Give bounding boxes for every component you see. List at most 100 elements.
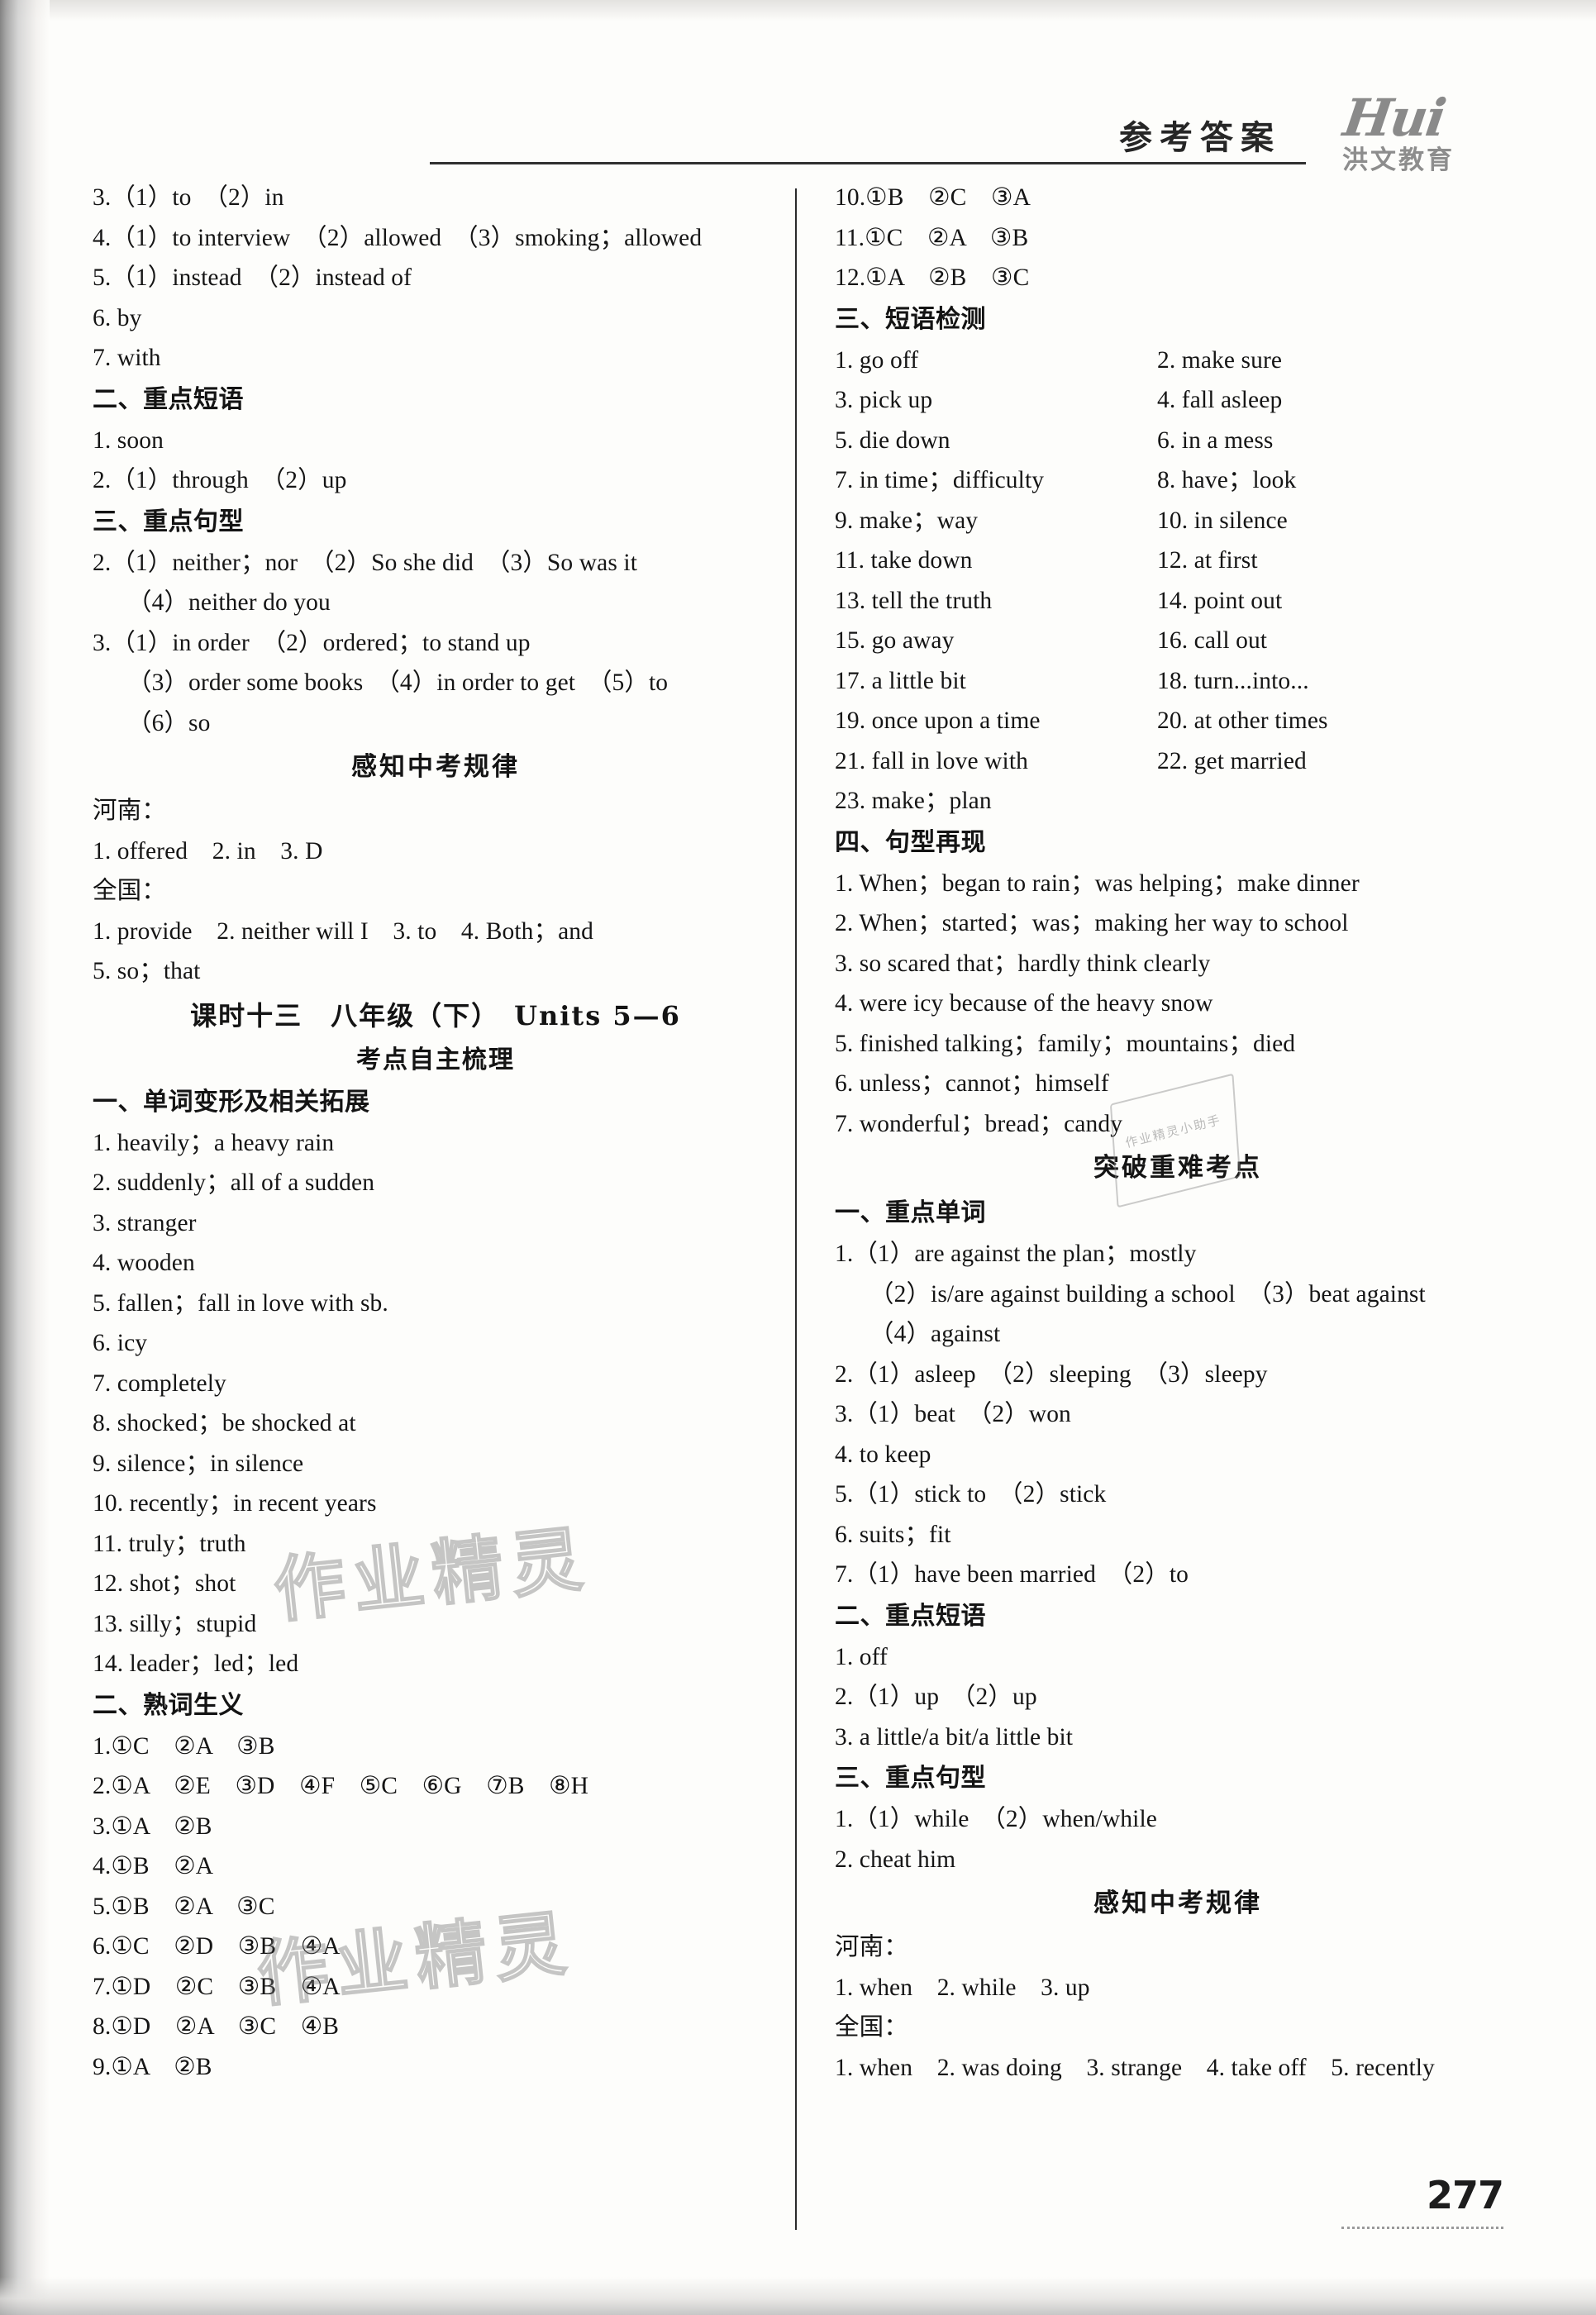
left-column: 3.（1）to （2）in 4.（1）to interview （2）allowe… — [93, 178, 779, 2087]
answer-line: 4.①B ②A — [93, 1853, 214, 1879]
answer-line: 5. fallen；fall in love with sb. — [93, 1289, 388, 1317]
answer-line-continued: （4）against — [869, 1321, 1001, 1347]
phrase-item: 11. take down — [835, 547, 973, 574]
answer-line: 12.①A ②B ③C — [835, 264, 1030, 291]
block-heading: 感知中考规律 — [351, 752, 520, 782]
answer-line: 10. recently；in recent years — [93, 1490, 377, 1517]
phrase-item: 10. in silence — [1157, 507, 1288, 534]
answer-line: 23. make；plan — [835, 788, 992, 814]
section-heading: 一、重点单词 — [835, 1198, 986, 1227]
phrase-item: 15. go away — [835, 627, 955, 654]
answer-line: 6. icy — [93, 1330, 148, 1356]
answer-line: 7.①D ②C ③B ④A — [93, 1973, 341, 2000]
phrase-row: 17. a little bit 18. turn...into... — [835, 661, 1521, 702]
answer-line: 6.①C ②D ③B ④A — [93, 1933, 341, 1960]
answer-line: 全国： — [835, 2014, 908, 2041]
scan-edge-bottom — [0, 2277, 1596, 2315]
answer-line: 2.（1）neither；nor （2）So she did （3）So was… — [93, 549, 638, 576]
phrase-item: 8. have；look — [1157, 467, 1297, 493]
answer-line: 12. shot；shot — [93, 1570, 236, 1597]
phrase-row: 21. fall in love with 22. get married — [835, 741, 1521, 782]
answer-line: 11. truly；truth — [93, 1530, 246, 1557]
answer-line: 1. provide 2. neither will I 3. to 4. Bo… — [93, 917, 593, 945]
answer-line: 10.①B ②C ③A — [835, 184, 1031, 211]
phrase-item: 7. in time；difficulty — [835, 467, 1045, 493]
answer-line: 9.①A ②B — [93, 2053, 212, 2080]
answer-line: 2. cheat him — [835, 1846, 956, 1873]
answer-line-continued: （2）is/are against building a school （3）b… — [869, 1280, 1426, 1308]
answer-line: 全国： — [93, 878, 166, 904]
phrase-row: 1. go off 2. make sure — [835, 341, 1521, 381]
scan-edge-left — [0, 0, 50, 2315]
block-heading: 感知中考规律 — [1093, 1889, 1262, 1918]
phrase-row: 13. tell the truth 14. point out — [835, 581, 1521, 622]
phrase-item: 18. turn...into... — [1157, 667, 1309, 694]
answer-line: 3. a little/a bit/a little bit — [835, 1723, 1074, 1751]
answer-line: 5. finished talking；family；mountains；die… — [835, 1030, 1296, 1057]
answer-line: 1. offered 2. in 3. D — [93, 837, 323, 865]
phrase-item: 19. once upon a time — [835, 707, 1041, 734]
answer-line: 5.①B ②A ③C — [93, 1893, 275, 1920]
phrase-row: 19. once upon a time 20. at other times — [835, 701, 1521, 741]
answer-line: 河南： — [93, 798, 166, 824]
answer-line: 2.（1）through （2）up — [93, 467, 347, 493]
answer-line: 13. silly；stupid — [93, 1610, 257, 1637]
answer-line: 4.（1）to interview （2）allowed （3）smoking；… — [93, 224, 703, 251]
answer-line: 5.（1）stick to （2）stick — [835, 1481, 1107, 1508]
answer-line: 5. so；that — [93, 958, 201, 984]
answer-line: 3. so scared that；hardly think clearly — [835, 950, 1211, 977]
header-divider-rule — [430, 162, 1306, 164]
answer-line: 6. suits；fit — [835, 1521, 951, 1548]
answer-line: 4. wooden — [93, 1250, 195, 1276]
phrase-row: 15. go away 16. call out — [835, 621, 1521, 661]
answer-line: 6. by — [93, 304, 142, 331]
answer-line: 2.（1）up （2）up — [835, 1684, 1037, 1710]
answer-line: 2. When；started；was；making her way to sc… — [835, 910, 1349, 936]
phrase-item: 14. point out — [1157, 587, 1283, 614]
answer-line: 2. suddenly；all of a sudden — [93, 1169, 375, 1196]
page-title: 参考答案 — [1119, 119, 1281, 157]
phrase-item: 22. get married — [1157, 747, 1307, 774]
answer-line: 2.①A ②E ③D ④F ⑤C ⑥G ⑦B ⑧H — [93, 1773, 589, 1799]
phrase-item: 4. fall asleep — [1157, 387, 1283, 413]
answer-line: 7. wonderful；bread；candy — [835, 1110, 1123, 1137]
phrase-item: 2. make sure — [1157, 346, 1283, 374]
page-number-rule — [1341, 2227, 1503, 2229]
answer-line: 1. soon — [93, 426, 164, 454]
answer-key-page: 参考答案 Hui 洪文教育 3.（1）to （2）in 4.（1）to inter… — [0, 0, 1596, 2315]
answer-line: 6. unless；cannot；himself — [835, 1070, 1109, 1097]
answer-line: 11.①C ②A ③B — [835, 224, 1029, 251]
answer-line: 9. silence；in silence — [93, 1450, 304, 1477]
answer-line: 14. leader；led；led — [93, 1651, 299, 1677]
scan-edge-top — [0, 0, 1596, 21]
answer-line: 1. heavily；a heavy rain — [93, 1129, 335, 1156]
phrase-item: 9. make；way — [835, 507, 979, 534]
phrase-row: 11. take down 12. at first — [835, 541, 1521, 581]
section-heading: 二、熟词生义 — [93, 1690, 244, 1720]
answer-line-continued: （4）neither do you — [127, 589, 331, 616]
phrase-row: 9. make；way 10. in silence — [835, 501, 1521, 541]
column-divider — [795, 188, 797, 2230]
answer-line: 1.（1）while （2）when/while — [835, 1806, 1157, 1832]
answer-line: 4. were icy because of the heavy snow — [835, 990, 1213, 1017]
phrase-row: 3. pick up 4. fall asleep — [835, 380, 1521, 421]
logo-subtitle-text: 洪文教育 — [1342, 145, 1455, 175]
answer-line: 7. with — [93, 345, 161, 371]
answer-line: 1. when 2. while 3. up — [835, 1974, 1090, 2001]
answer-line: 7.（1）have been married （2）to — [835, 1561, 1189, 1588]
phrase-row: 5. die down 6. in a mess — [835, 421, 1521, 461]
answer-line: 8. shocked；be shocked at — [93, 1410, 356, 1436]
phrase-item: 3. pick up — [835, 387, 933, 413]
phrase-item: 16. call out — [1157, 627, 1268, 654]
section-heading: 一、单词变形及相关拓展 — [93, 1087, 370, 1117]
block-subheading: 考点自主梳理 — [356, 1045, 515, 1074]
phrase-item: 13. tell the truth — [835, 587, 993, 614]
answer-line-continued: （6）so — [127, 709, 211, 736]
answer-line: 1. off — [835, 1643, 888, 1670]
right-column: 10.①B ②C ③A 11.①C ②A ③B 12.①A ②B ③C 三、短语检测 1… — [835, 178, 1521, 2088]
phrase-item: 5. die down — [835, 426, 950, 454]
answer-line: 1.①C ②A ③B — [93, 1732, 275, 1760]
answer-line: 2.（1）asleep （2）sleeping （3）sleepy — [835, 1360, 1268, 1388]
phrase-item: 21. fall in love with — [835, 747, 1028, 774]
phrase-item: 1. go off — [835, 346, 919, 374]
